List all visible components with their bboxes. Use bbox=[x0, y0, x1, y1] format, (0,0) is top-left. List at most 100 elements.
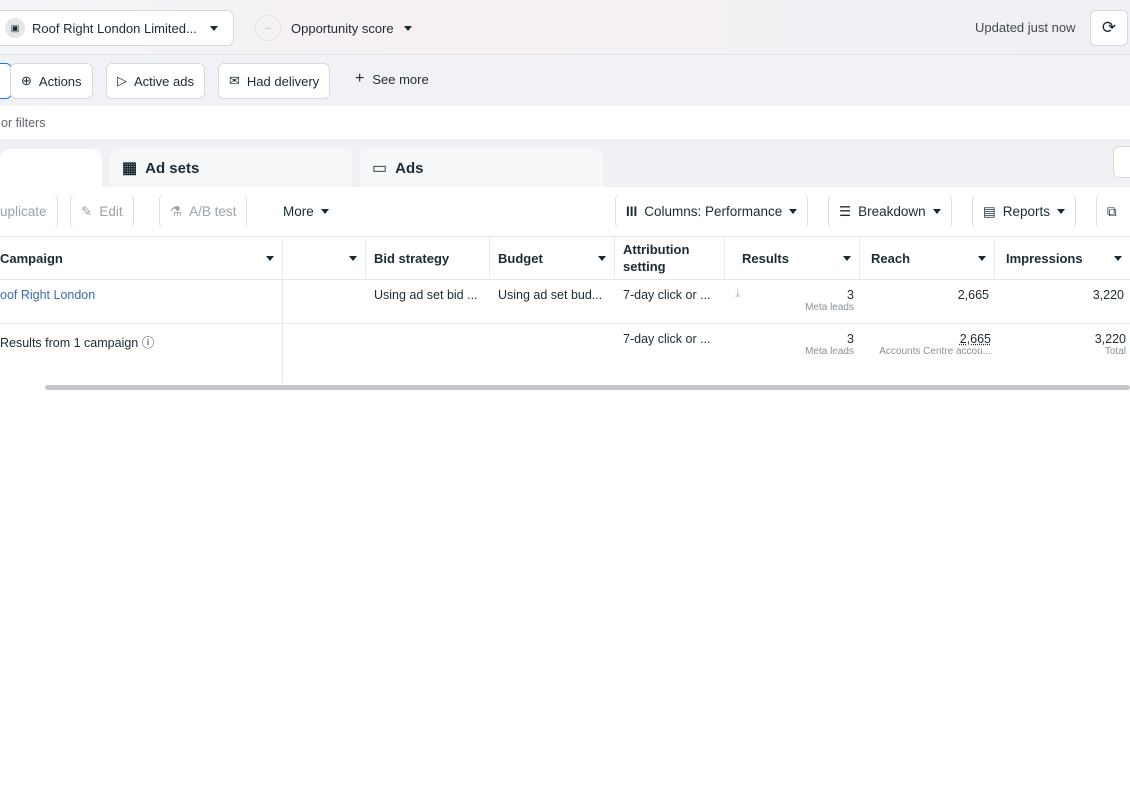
attribution-total: 7-day click or ... bbox=[623, 332, 711, 346]
columns-button[interactable]: III Columns: Performance bbox=[615, 194, 809, 229]
tab-campaigns[interactable] bbox=[0, 149, 102, 187]
chevron-down-icon bbox=[209, 25, 218, 31]
columns-icon: III bbox=[626, 204, 638, 219]
search-filter-input[interactable]: or filters bbox=[0, 106, 1130, 139]
table-settings-button[interactable] bbox=[1113, 146, 1130, 178]
tab-label: Ads bbox=[395, 159, 424, 177]
see-more-label: See more bbox=[372, 72, 429, 87]
reports-button[interactable]: ▤ Reports bbox=[972, 194, 1077, 229]
sort-icon[interactable] bbox=[598, 255, 606, 261]
chip-label: Had delivery bbox=[246, 73, 320, 89]
send-icon: ▷ bbox=[117, 73, 127, 88]
sort-icon[interactable] bbox=[266, 255, 274, 261]
impressions-value: 3,220 bbox=[1092, 288, 1124, 302]
chevron-down-icon bbox=[789, 209, 798, 214]
reports-label: Reports bbox=[1002, 204, 1051, 219]
external-link-icon: ⧉ bbox=[1107, 203, 1117, 219]
plus-icon: + bbox=[355, 70, 365, 87]
window-icon: ▭ bbox=[372, 160, 388, 177]
refresh-icon: ⟳ bbox=[1101, 18, 1117, 37]
pencil-icon: ✎ bbox=[81, 203, 93, 219]
tab-ad-sets[interactable]: ▦ Ad sets bbox=[110, 149, 352, 187]
tab-label: Ad sets bbox=[145, 159, 200, 177]
ab-test-label: A/B test bbox=[189, 204, 237, 219]
account-name: Roof Right London Limited... bbox=[32, 20, 197, 36]
row-divider bbox=[0, 323, 1130, 324]
edit-label: Edit bbox=[99, 204, 123, 219]
header-label: Bid strategy bbox=[374, 250, 450, 266]
ab-test-button[interactable]: ⚗ A/B test bbox=[159, 194, 248, 229]
sort-icon[interactable] bbox=[843, 255, 851, 261]
header-label: Results bbox=[742, 250, 789, 266]
filter-chips: ⊕ Actions ▷ Active ads ✉ Had delivery + See … bbox=[0, 55, 1130, 106]
results-value: 3 Meta leads bbox=[805, 288, 854, 313]
header-label: Budget bbox=[498, 250, 543, 266]
header-bid-strategy[interactable]: Bid strategy bbox=[366, 236, 490, 280]
opportunity-score-label: Opportunity score bbox=[291, 20, 394, 36]
info-icon[interactable]: ⓘ bbox=[142, 336, 155, 350]
grid-icon: ▦ bbox=[122, 160, 138, 177]
account-icon: ▣ bbox=[5, 18, 25, 38]
flask-icon: ⚗ bbox=[170, 203, 183, 219]
more-label: More bbox=[283, 204, 314, 219]
attribution-value: 7-day click or ... bbox=[623, 288, 711, 302]
duplicate-button[interactable]: uplicate bbox=[0, 194, 58, 229]
arrow-up-circle-icon: ⊕ bbox=[21, 73, 32, 88]
impressions-total: 3,220 Total bbox=[1094, 332, 1126, 357]
header-campaign[interactable]: Campaign bbox=[0, 236, 283, 280]
header-impressions[interactable]: Impressions bbox=[995, 236, 1130, 280]
header-results[interactable]: Results bbox=[725, 236, 860, 280]
refresh-button[interactable]: ⟳ bbox=[1090, 10, 1128, 46]
header-label: Reach bbox=[871, 250, 911, 266]
level-tabs: ▦ Ad sets ▭ Ads bbox=[0, 139, 1130, 187]
sort-icon[interactable] bbox=[349, 255, 357, 261]
see-more-button[interactable]: + See more bbox=[355, 70, 429, 88]
chip-actions[interactable]: ⊕ Actions bbox=[10, 63, 93, 99]
toolbar: uplicate ✎ Edit ⚗ A/B test More III Columns… bbox=[0, 187, 1130, 236]
results-total: 3 Meta leads bbox=[805, 332, 854, 357]
header-budget[interactable]: Budget bbox=[490, 236, 615, 280]
campaign-link[interactable]: oof Right London bbox=[0, 288, 95, 302]
header-blank[interactable] bbox=[283, 236, 366, 280]
score-circle: -- bbox=[255, 15, 281, 41]
reach-total: 2,665 Accounts Centre accou... bbox=[879, 332, 991, 357]
download-icon: ⤓ bbox=[735, 286, 741, 300]
chevron-down-icon bbox=[320, 209, 329, 214]
chip-active-ads[interactable]: ▷ Active ads bbox=[106, 63, 205, 99]
updated-status: Updated just now bbox=[975, 20, 1076, 35]
horizontal-scrollbar[interactable] bbox=[45, 385, 1130, 390]
sort-icon[interactable] bbox=[1114, 255, 1122, 261]
sort-icon[interactable] bbox=[978, 255, 986, 261]
account-selector[interactable]: ▣ Roof Right London Limited... bbox=[0, 10, 234, 46]
header-label: Impressions bbox=[1006, 250, 1083, 266]
header-reach[interactable]: Reach bbox=[860, 236, 995, 280]
chip-label: Active ads bbox=[134, 73, 194, 89]
header-attribution[interactable]: Attribution setting bbox=[615, 236, 725, 280]
reports-icon: ▤ bbox=[983, 203, 996, 219]
columns-label: Columns: Performance bbox=[644, 204, 783, 219]
breakdown-icon: ☰ bbox=[839, 203, 852, 219]
reach-value: 2,665 bbox=[957, 288, 989, 302]
edit-button[interactable]: ✎ Edit bbox=[70, 194, 134, 229]
breakdown-button[interactable]: ☰ Breakdown bbox=[828, 194, 952, 229]
breakdown-label: Breakdown bbox=[858, 204, 926, 219]
header-label: Campaign bbox=[0, 250, 63, 266]
search-placeholder: or filters bbox=[1, 116, 46, 130]
header-label: Attribution setting bbox=[623, 242, 690, 274]
column-divider bbox=[282, 280, 283, 382]
summary-label: Results from 1 campaign ⓘ bbox=[0, 336, 155, 350]
chevron-down-icon bbox=[403, 25, 412, 31]
bid-strategy-value: Using ad set bid ... bbox=[374, 288, 478, 302]
chip-had-delivery[interactable]: ✉ Had delivery bbox=[218, 63, 331, 99]
export-button[interactable]: ⧉ bbox=[1096, 194, 1127, 229]
opportunity-score-button[interactable]: -- Opportunity score bbox=[255, 15, 412, 41]
tab-ads[interactable]: ▭ Ads bbox=[360, 149, 603, 187]
duplicate-label: uplicate bbox=[0, 204, 47, 219]
budget-value: Using ad set bud... bbox=[498, 288, 603, 302]
envelope-icon: ✉ bbox=[229, 73, 240, 88]
chevron-down-icon bbox=[932, 209, 941, 214]
more-button[interactable]: More bbox=[273, 194, 339, 229]
chip-label: Actions bbox=[38, 73, 82, 89]
chevron-down-icon bbox=[1057, 209, 1066, 214]
top-bar: ▣ Roof Right London Limited... -- Opport… bbox=[0, 0, 1130, 55]
